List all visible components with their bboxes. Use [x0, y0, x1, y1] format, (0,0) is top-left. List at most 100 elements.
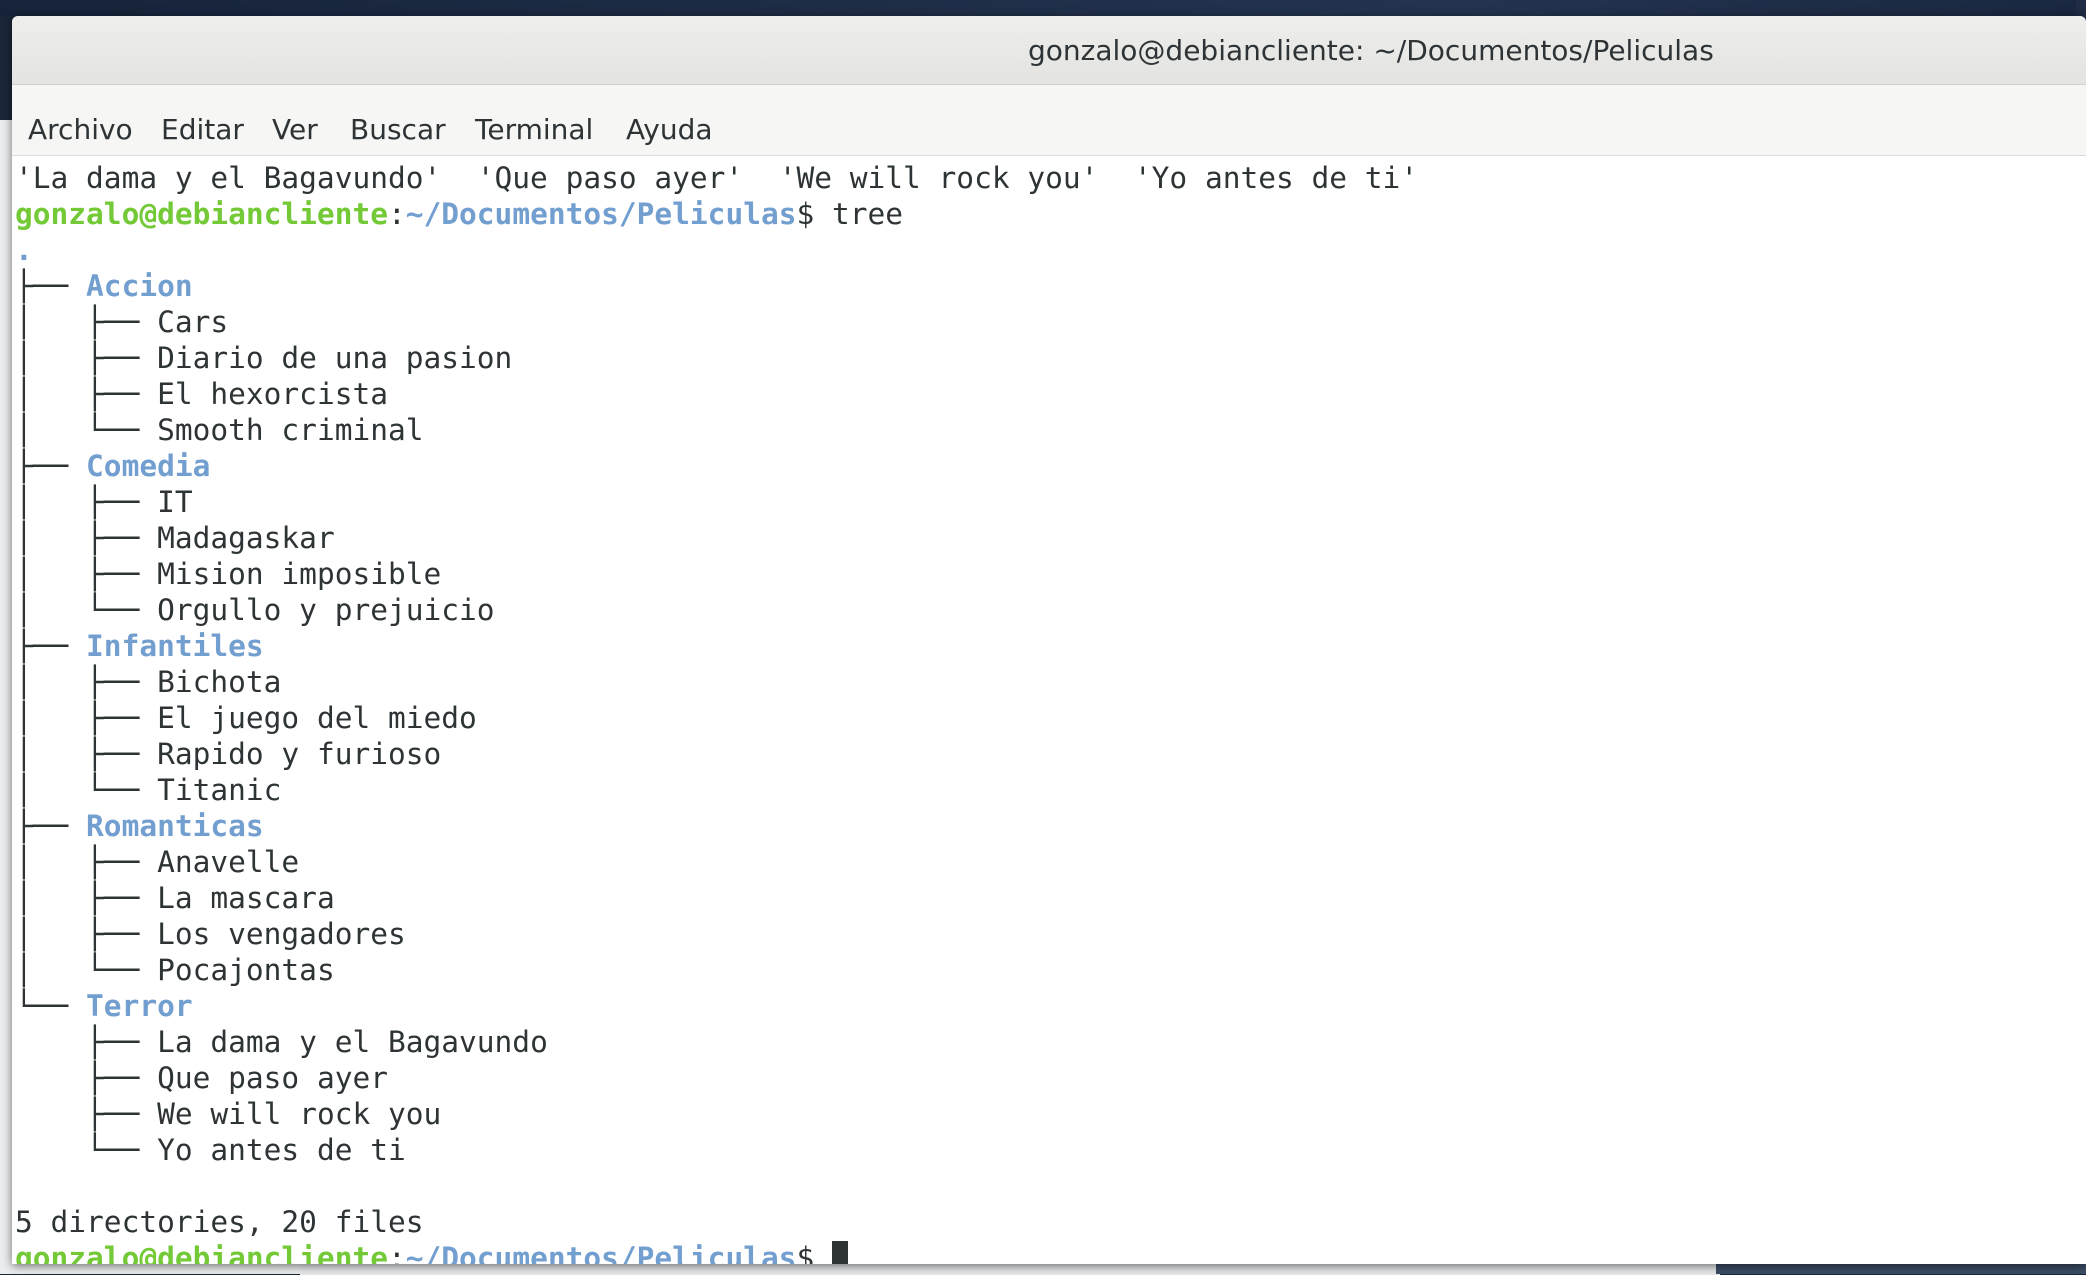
tree-file: Smooth criminal	[157, 413, 424, 447]
tree-file-line: │ ├── Rapido y furioso	[15, 737, 441, 771]
tree-branch: ├──	[15, 1025, 158, 1059]
tree-file: La dama y el Bagavundo	[157, 1025, 548, 1059]
tree-dir-line: ├── Comedia	[15, 449, 210, 483]
tree-file: We will rock you	[157, 1097, 442, 1131]
tree-branch: ├──	[15, 629, 87, 663]
tree-file: Los vengadores	[157, 917, 406, 951]
tree-file: Mision imposible	[157, 557, 442, 591]
tree-branch: │ ├──	[15, 845, 158, 879]
tree-branch: │ ├──	[15, 665, 158, 699]
prompt-symbol: $	[796, 197, 815, 231]
tree-branch: ├──	[15, 809, 87, 843]
tree-file: Orgullo y prejuicio	[157, 593, 495, 627]
terminal-output: 'La dama y el Bagavundo' 'Que paso ayer'…	[15, 160, 1418, 1264]
tree-branch: │ └──	[15, 953, 158, 987]
tree-directory: Terror	[86, 989, 193, 1023]
tree-dir-line: ├── Infantiles	[15, 629, 264, 663]
tree-branch: │ ├──	[15, 917, 158, 951]
tree-branch: ├──	[15, 269, 87, 303]
terminal-window[interactable]: gonzalo@debiancliente: ~/Documentos/Peli…	[12, 16, 2086, 1264]
tree-output: ├── Accion │ ├── Cars │ ├── Diario de un…	[15, 269, 548, 1167]
tree-file: Cars	[157, 305, 229, 339]
tree-file: La mascara	[157, 881, 335, 915]
tree-directory: Comedia	[86, 449, 211, 483]
tree-file-line: │ └── Titanic	[15, 773, 281, 807]
tree-file-line: │ ├── Anavelle	[15, 845, 299, 879]
tree-file-line: │ └── Pocajontas	[15, 953, 335, 987]
menu-buscar[interactable]: Buscar	[350, 113, 446, 146]
window-title: gonzalo@debiancliente: ~/Documentos/Peli…	[1028, 34, 1714, 67]
menu-ayuda[interactable]: Ayuda	[626, 113, 713, 146]
tree-file: Que paso ayer	[157, 1061, 388, 1095]
tree-branch: │ ├──	[15, 521, 158, 555]
tree-file-line: │ ├── Los vengadores	[15, 917, 406, 951]
tree-dir-line: ├── Romanticas	[15, 809, 264, 843]
menu-ver[interactable]: Ver	[272, 113, 318, 146]
menu-bar: Archivo Editar Ver Buscar Terminal Ayuda	[12, 85, 2086, 156]
tree-file: Diario de una pasion	[157, 341, 513, 375]
tree-file-line: └── Yo antes de ti	[15, 1133, 406, 1167]
tree-file: Anavelle	[157, 845, 300, 879]
prompt-separator-2: :	[387, 1241, 406, 1264]
tree-branch: │ ├──	[15, 737, 158, 771]
tree-branch: └──	[15, 1133, 158, 1167]
terminal-cursor	[832, 1241, 849, 1264]
tree-dir-line: ├── Accion	[15, 269, 193, 303]
tree-summary: 5 directories, 20 files	[15, 1205, 424, 1239]
terminal-area[interactable]: 'La dama y el Bagavundo' 'Que paso ayer'…	[12, 156, 2086, 1264]
tree-file-line: │ ├── IT	[15, 485, 193, 519]
tree-branch: │ ├──	[15, 305, 158, 339]
tree-file-line: ├── Que paso ayer	[15, 1061, 388, 1095]
command-text: tree	[814, 197, 904, 231]
tree-file-line: │ ├── Mision imposible	[15, 557, 441, 591]
menu-editar[interactable]: Editar	[161, 113, 244, 146]
tree-file: Titanic	[157, 773, 282, 807]
tree-file: Rapido y furioso	[157, 737, 442, 771]
tree-file-line: │ ├── La mascara	[15, 881, 335, 915]
tree-file: Yo antes de ti	[157, 1133, 406, 1167]
tree-branch: │ ├──	[15, 341, 158, 375]
tree-file: Bichota	[157, 665, 282, 699]
tree-branch: │ └──	[15, 593, 158, 627]
tree-branch: │ ├──	[15, 377, 158, 411]
tree-file-line: │ ├── Diario de una pasion	[15, 341, 512, 375]
title-bar[interactable]: gonzalo@debiancliente: ~/Documentos/Peli…	[12, 16, 2086, 85]
prompt-user: gonzalo@debiancliente	[15, 197, 388, 231]
menu-archivo[interactable]: Archivo	[28, 113, 133, 146]
tree-file-line: │ ├── Bichota	[15, 665, 281, 699]
tree-file: IT	[157, 485, 193, 519]
tree-directory: Accion	[86, 269, 193, 303]
prompt-symbol-2: $	[796, 1241, 815, 1264]
tree-branch: │ └──	[15, 773, 158, 807]
tree-file-line: │ └── Smooth criminal	[15, 413, 424, 447]
tree-directory: Infantiles	[86, 629, 264, 663]
tree-branch: └──	[15, 989, 87, 1023]
tree-file-line: │ ├── El juego del miedo	[15, 701, 477, 735]
tree-branch: │ ├──	[15, 701, 158, 735]
tree-directory: Romanticas	[86, 809, 264, 843]
tree-file-line: ├── We will rock you	[15, 1097, 441, 1131]
tree-file-line: │ ├── Madagaskar	[15, 521, 335, 555]
tree-file-line: │ ├── El hexorcista	[15, 377, 388, 411]
menu-terminal[interactable]: Terminal	[475, 113, 593, 146]
tree-branch: ├──	[15, 1061, 158, 1095]
prompt-path: ~/Documentos/Peliculas	[405, 197, 797, 231]
tree-file: El juego del miedo	[157, 701, 477, 735]
tree-file-line: │ └── Orgullo y prejuicio	[15, 593, 495, 627]
tree-file-line: ├── La dama y el Bagavundo	[15, 1025, 548, 1059]
tree-branch: │ └──	[15, 413, 158, 447]
prompt-separator: :	[387, 197, 406, 231]
tree-file: Madagaskar	[157, 521, 335, 555]
tree-file-line: │ ├── Cars	[15, 305, 228, 339]
tree-branch: │ ├──	[15, 557, 158, 591]
tree-branch: │ ├──	[15, 485, 158, 519]
prompt-user-2: gonzalo@debiancliente	[15, 1241, 388, 1264]
tree-branch: │ ├──	[15, 881, 158, 915]
prompt-path-2: ~/Documentos/Peliculas	[405, 1241, 797, 1264]
desktop-background	[0, 0, 2086, 16]
ls-output-line: 'La dama y el Bagavundo' 'Que paso ayer'…	[15, 161, 1419, 195]
tree-branch: ├──	[15, 1097, 158, 1131]
tree-file: El hexorcista	[157, 377, 388, 411]
tree-branch: ├──	[15, 449, 87, 483]
tree-file: Pocajontas	[157, 953, 335, 987]
